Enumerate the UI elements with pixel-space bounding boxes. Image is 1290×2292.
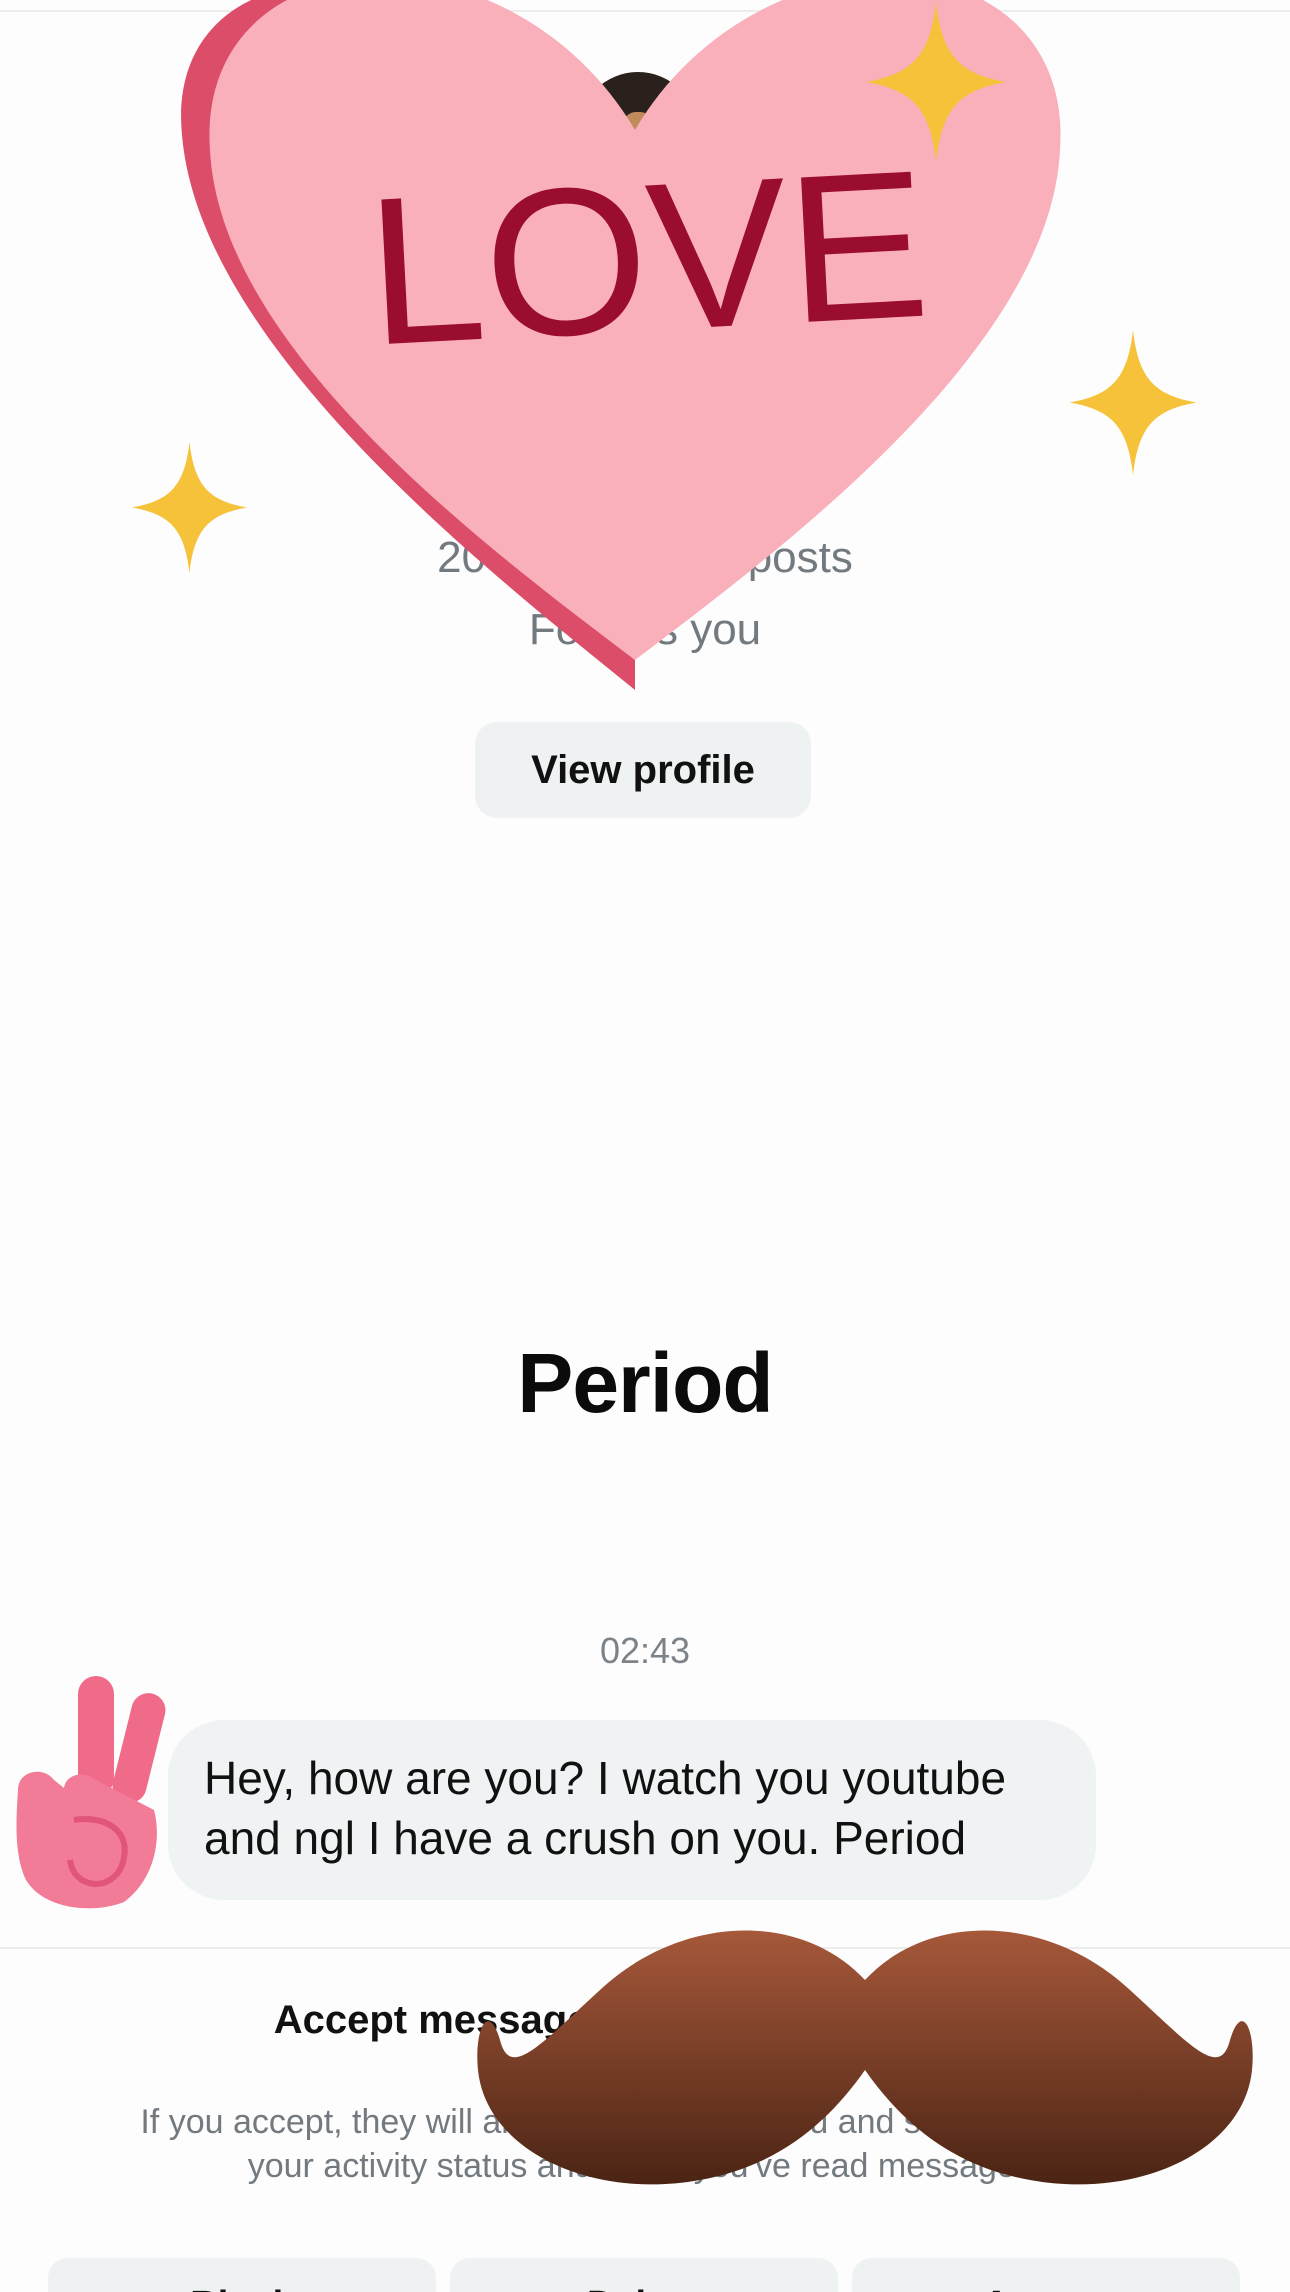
mustache-shape [477, 1930, 1253, 2185]
block-button[interactable]: Block [48, 2258, 436, 2292]
delete-button-label: Delete [450, 2270, 838, 2292]
victory-hand-icon[interactable] [4, 1670, 174, 1910]
message-timestamp: 02:43 [599, 1630, 691, 1671]
mustache-icon[interactable] [470, 1920, 1260, 2210]
heart-love-text: LOVE [362, 126, 934, 390]
view-profile-button[interactable]: View profile [475, 722, 811, 818]
sparkle-icon [866, 2, 1006, 162]
finger-middle [112, 1693, 166, 1803]
message-line-2: and ngl I have a crush on you. Period [204, 1812, 967, 1864]
message-line-1: Hey, how are you? I watch you youtube [204, 1752, 1007, 1804]
accept-button[interactable]: Accept [852, 2258, 1240, 2292]
delete-button[interactable]: Delete [450, 2258, 838, 2292]
period-overlay-text: Period [517, 1336, 773, 1430]
accept-button-label: Accept [852, 2270, 1240, 2292]
block-button-label: Block [48, 2270, 436, 2292]
sparkle-icon [1069, 330, 1197, 475]
message-bubble[interactable]: Hey, how are you? I watch you youtube an… [168, 1720, 1096, 1900]
sparkle-icon [132, 441, 247, 574]
